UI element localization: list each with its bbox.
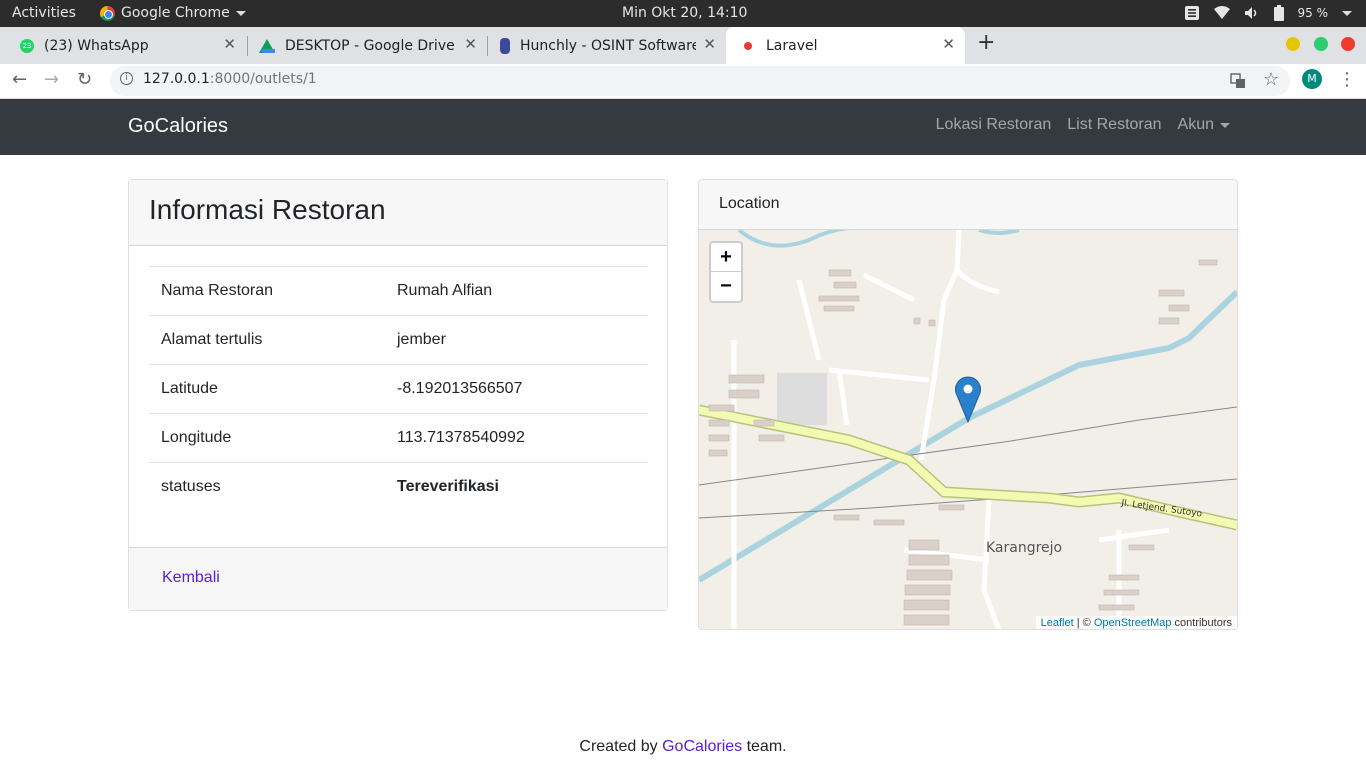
close-icon[interactable]: ✕ (223, 35, 236, 53)
table-row: statuses Tereverifikasi (149, 462, 648, 512)
hunchly-icon (500, 37, 510, 54)
zoom-in-button[interactable]: + (711, 243, 741, 272)
clipboard-icon (1184, 6, 1199, 20)
row-label: Nama Restoran (149, 266, 385, 316)
tab-whatsapp[interactable]: 23 (23) WhatsApp ✕ (2, 27, 246, 64)
laravel-icon (744, 41, 752, 50)
back-icon[interactable]: ← (12, 69, 27, 90)
tab-title: (23) WhatsApp (44, 37, 149, 54)
tab-laravel[interactable]: Laravel ✕ (726, 27, 965, 64)
whatsapp-icon: 23 (20, 38, 34, 53)
battery-percent: 95 % (1297, 6, 1329, 20)
row-label: Alamat tertulis (149, 315, 385, 365)
page-footer: Created by GoCalories team. (0, 738, 1366, 756)
landuse-area (777, 373, 827, 425)
tab-title: Laravel (766, 37, 818, 54)
row-value: jember (385, 315, 648, 365)
caret-down-icon (235, 10, 246, 16)
nav-lokasi-restoran[interactable]: Lokasi Restoran (936, 116, 1052, 134)
profile-avatar[interactable]: M (1302, 69, 1322, 89)
info-table: Nama Restoran Rumah Alfian Alamat tertul… (149, 266, 648, 512)
status-value: Tereverifikasi (385, 462, 648, 512)
site-navbar: GoCalories Lokasi Restoran List Restoran… (0, 99, 1366, 155)
row-value: 113.71378540992 (385, 413, 648, 463)
tab-strip: 23 (23) WhatsApp ✕ DESKTOP - Google Driv… (0, 27, 1366, 64)
footer-prefix: Created by (579, 738, 663, 755)
nav-account-dropdown[interactable]: Akun (1178, 116, 1230, 134)
os-top-bar: Activities Google Chrome Min Okt 20, 14:… (0, 0, 1366, 27)
table-row: Latitude -8.192013566507 (149, 364, 648, 414)
row-label: Longitude (149, 413, 385, 463)
place-label: Karangrejo (986, 540, 1063, 556)
leaflet-link[interactable]: Leaflet (1041, 617, 1074, 629)
google-drive-icon (259, 38, 275, 53)
location-card: Location Karangrejo Jl. Letjend. Sutoyo … (698, 179, 1238, 630)
close-icon[interactable]: ✕ (703, 35, 716, 53)
caret-down-icon (1220, 122, 1230, 128)
tab-hunchly[interactable]: Hunchly - OSINT Software ✕ (482, 27, 726, 64)
nav-list-restoran[interactable]: List Restoran (1067, 116, 1161, 134)
row-value: -8.192013566507 (385, 364, 648, 414)
card-title: Location (699, 180, 1237, 230)
openstreetmap-link[interactable]: OpenStreetMap (1094, 617, 1172, 629)
address-bar[interactable]: i 127.0.0.1:8000/outlets/1 ☆ (110, 66, 1290, 96)
minimize-button[interactable] (1286, 37, 1300, 51)
nav-links: Lokasi Restoran List Restoran Akun (936, 116, 1230, 134)
system-tray[interactable]: 95 % (1184, 5, 1352, 21)
browser-toolbar: ← → ↻ i 127.0.0.1:8000/outlets/1 ☆ M ⋮ (0, 64, 1366, 99)
table-row: Nama Restoran Rumah Alfian (149, 266, 648, 316)
account-label: Akun (1177, 116, 1214, 133)
map-tiles (699, 230, 1237, 629)
more-menu-icon[interactable]: ⋮ (1338, 69, 1356, 90)
app-menu[interactable]: Google Chrome (100, 5, 246, 21)
zoom-control: + − (709, 241, 743, 303)
caret-down-icon (1342, 10, 1352, 16)
footer-brand-link[interactable]: GoCalories (662, 738, 742, 755)
card-footer: Kembali (129, 547, 667, 610)
clock[interactable]: Min Okt 20, 14:10 (622, 5, 747, 21)
info-icon[interactable]: i (120, 72, 133, 85)
wifi-icon (1213, 6, 1230, 19)
activities-button[interactable]: Activities (12, 5, 76, 21)
tab-title: DESKTOP - Google Drive (285, 37, 455, 54)
battery-icon (1273, 5, 1284, 21)
url-path: :8000/outlets/1 (209, 71, 317, 87)
close-icon[interactable]: ✕ (464, 35, 477, 53)
close-icon[interactable]: ✕ (942, 35, 955, 53)
maximize-button[interactable] (1314, 37, 1328, 51)
row-label: statuses (149, 462, 385, 512)
footer-suffix: team. (742, 738, 787, 755)
bookmark-star-icon[interactable]: ☆ (1263, 69, 1279, 90)
tab-google-drive[interactable]: DESKTOP - Google Drive ✕ (241, 27, 487, 64)
volume-icon (1244, 7, 1256, 19)
close-window-button[interactable] (1341, 37, 1355, 51)
brand-logo[interactable]: GoCalories (128, 115, 228, 138)
attribution-separator: | © (1073, 617, 1094, 629)
map-attribution: Leaflet | © OpenStreetMap contributors (1035, 616, 1237, 629)
attribution-tail: contributors (1171, 617, 1232, 629)
tab-title: Hunchly - OSINT Software (520, 37, 696, 54)
forward-icon[interactable]: → (44, 69, 59, 90)
restaurant-info-card: Informasi Restoran Nama Restoran Rumah A… (128, 179, 668, 611)
table-row: Alamat tertulis jember (149, 315, 648, 365)
new-tab-button[interactable]: + (977, 30, 995, 55)
map[interactable]: Karangrejo Jl. Letjend. Sutoyo + − Leafl… (699, 230, 1237, 629)
url-host: 127.0.0.1 (143, 71, 210, 87)
chrome-icon (100, 5, 115, 21)
back-link[interactable]: Kembali (162, 569, 220, 587)
row-label: Latitude (149, 364, 385, 414)
table-row: Longitude 113.71378540992 (149, 413, 648, 463)
zoom-out-button[interactable]: − (711, 272, 741, 301)
app-name: Google Chrome (121, 5, 230, 21)
row-value: Rumah Alfian (385, 266, 648, 316)
translate-icon[interactable] (1230, 73, 1246, 89)
card-title: Informasi Restoran (129, 180, 667, 246)
reload-icon[interactable]: ↻ (77, 69, 92, 90)
url-text[interactable]: 127.0.0.1:8000/outlets/1 (143, 71, 317, 87)
